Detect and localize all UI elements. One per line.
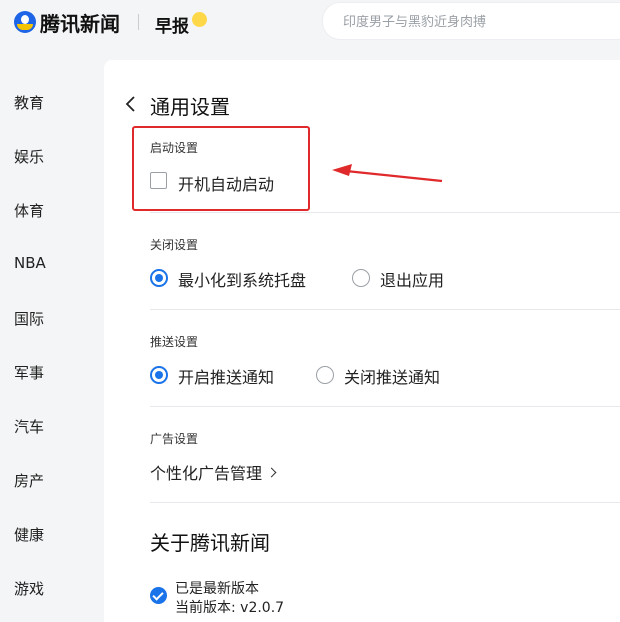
divider: [150, 212, 620, 213]
search-box[interactable]: [322, 2, 620, 40]
sidebar-item-auto[interactable]: 汽车: [14, 416, 44, 437]
push-section-label: 推送设置: [150, 335, 199, 349]
logo-text: 腾讯新闻: [40, 11, 120, 36]
autostart-checkbox[interactable]: [150, 172, 167, 189]
logo[interactable]: 腾讯新闻: [14, 9, 120, 36]
logo-icon: [14, 11, 36, 33]
sidebar-item-sports[interactable]: 体育: [14, 200, 44, 221]
close-section-label: 关闭设置: [150, 238, 199, 252]
zaobao-button[interactable]: 早报: [155, 12, 189, 37]
startup-section-label: 启动设置: [150, 141, 199, 155]
minimize-to-tray-radio[interactable]: [150, 269, 168, 287]
sidebar-item-health[interactable]: 健康: [14, 524, 44, 545]
sidebar-item-nba[interactable]: NBA: [14, 254, 46, 272]
quit-app-radio[interactable]: [352, 269, 370, 287]
version-status: 已是最新版本: [175, 581, 259, 597]
page-title: 通用设置: [150, 95, 230, 119]
app-header: 腾讯新闻 早报: [0, 0, 620, 44]
current-version: 当前版本: v2.0.7: [175, 600, 285, 616]
sidebar-item-realestate[interactable]: 房产: [14, 470, 44, 491]
divider: [150, 309, 620, 310]
back-arrow-icon[interactable]: [124, 94, 138, 114]
sidebar-item-entertainment[interactable]: 娱乐: [14, 146, 44, 167]
ad-management-label: 个性化广告管理: [150, 464, 263, 483]
push-on-radio[interactable]: [150, 366, 168, 384]
search-input[interactable]: [343, 12, 603, 32]
sidebar-item-games[interactable]: 游戏: [14, 578, 44, 599]
settings-panel: 通用设置 启动设置 开机自动启动 关闭设置 最小化到系统托盘 退出应用 推送设置…: [104, 60, 620, 622]
sidebar-item-international[interactable]: 国际: [14, 308, 44, 329]
annotation-arrow-icon: [332, 164, 443, 183]
push-off-radio[interactable]: [316, 366, 334, 384]
push-on-label[interactable]: 开启推送通知: [178, 364, 274, 388]
divider: [150, 502, 620, 503]
check-circle-icon: [150, 587, 167, 604]
sun-icon: [192, 12, 207, 27]
chevron-right-icon: [266, 467, 277, 477]
ad-management-link[interactable]: 个性化广告管理: [150, 460, 277, 484]
header-divider: [138, 14, 139, 30]
autostart-label[interactable]: 开机自动启动: [178, 171, 274, 195]
ad-section-label: 广告设置: [150, 432, 199, 446]
sidebar-item-military[interactable]: 军事: [14, 362, 44, 383]
about-title: 关于腾讯新闻: [150, 531, 270, 555]
minimize-to-tray-label[interactable]: 最小化到系统托盘: [178, 267, 306, 291]
sidebar-item-education[interactable]: 教育: [14, 92, 44, 113]
divider: [150, 406, 620, 407]
push-off-label[interactable]: 关闭推送通知: [344, 364, 440, 388]
quit-app-label[interactable]: 退出应用: [380, 267, 444, 291]
